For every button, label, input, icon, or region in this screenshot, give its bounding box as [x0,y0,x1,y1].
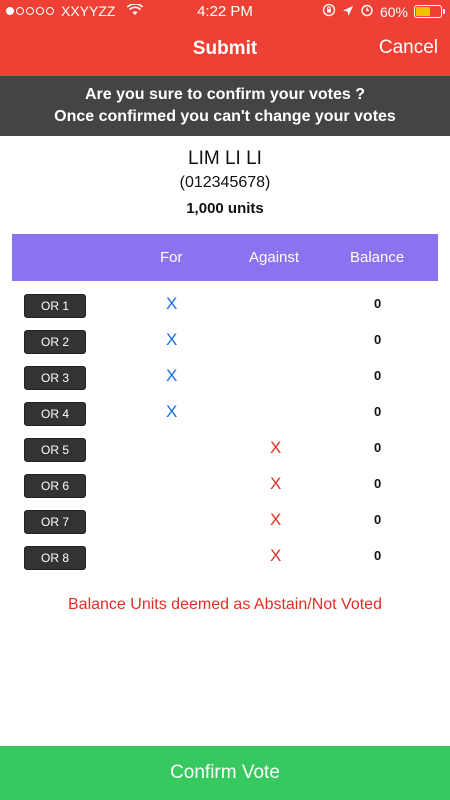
against-mark: X [270,438,282,457]
battery-icon [414,5,445,18]
warning-line-1: Are you sure to confirm your votes ? [84,86,366,103]
resolution-button[interactable]: OR 7 [24,510,86,534]
location-arrow-icon [342,4,354,20]
table-row: OR 2 X 0 [0,324,450,360]
table-row: OR 5 X 0 [0,432,450,468]
voter-id: (012345678) [179,174,271,191]
alarm-icon [360,3,374,20]
for-mark: X [166,366,178,385]
status-right: 60% [322,3,445,20]
cancel-button[interactable]: Cancel [379,37,438,59]
table-row: OR 3 X 0 [0,360,450,396]
status-bar: XXYYZZ 4:22 PM 60% [0,0,450,24]
top-bar: XXYYZZ 4:22 PM 60% Submit Cancel [0,0,450,76]
balance-value: 0 [374,368,382,383]
balance-value: 0 [374,296,382,311]
balance-value: 0 [374,440,382,455]
for-mark: X [166,294,178,313]
for-mark: X [166,402,178,421]
table-row: OR 8 X 0 [0,540,450,576]
against-mark: X [270,546,282,565]
warning-line-2: Once confirmed you can't change your vot… [54,108,396,125]
table-row: OR 7 X 0 [0,504,450,540]
balance-value: 0 [374,404,382,419]
vote-table-header: For Against Balance [12,234,438,281]
confirm-warning: Are you sure to confirm your votes ? Onc… [0,76,450,136]
resolution-button[interactable]: OR 8 [24,546,86,570]
balance-value: 0 [374,476,382,491]
balance-value: 0 [374,548,382,563]
resolution-button[interactable]: OR 1 [24,294,86,318]
navigation-bar: Submit Cancel [0,24,450,76]
table-row: OR 4 X 0 [0,396,450,432]
voter-info: LIM LI LI (012345678) 1,000 units [0,148,450,217]
resolution-button[interactable]: OR 2 [24,330,86,354]
resolution-button[interactable]: OR 3 [24,366,86,390]
orientation-lock-icon [322,3,336,20]
table-row: OR 6 X 0 [0,468,450,504]
balance-value: 0 [374,332,382,347]
voter-name: LIM LI LI [188,148,262,169]
against-mark: X [270,510,282,529]
resolution-button[interactable]: OR 6 [24,474,86,498]
column-for: For [160,249,183,266]
for-mark: X [166,330,178,349]
battery-percent: 60% [379,3,408,20]
resolution-button[interactable]: OR 4 [24,402,86,426]
column-balance: Balance [350,249,405,266]
resolution-button[interactable]: OR 5 [24,438,86,462]
balance-value: 0 [374,512,382,527]
voter-units: 1,000 units [186,200,264,217]
against-mark: X [270,474,282,493]
abstain-note: Balance Units deemed as Abstain/Not Vote… [68,596,382,613]
battery-level [416,7,431,16]
confirm-vote-button[interactable]: Confirm Vote [0,746,450,800]
table-row: OR 1 X 0 [0,288,450,324]
column-against: Against [249,249,300,266]
